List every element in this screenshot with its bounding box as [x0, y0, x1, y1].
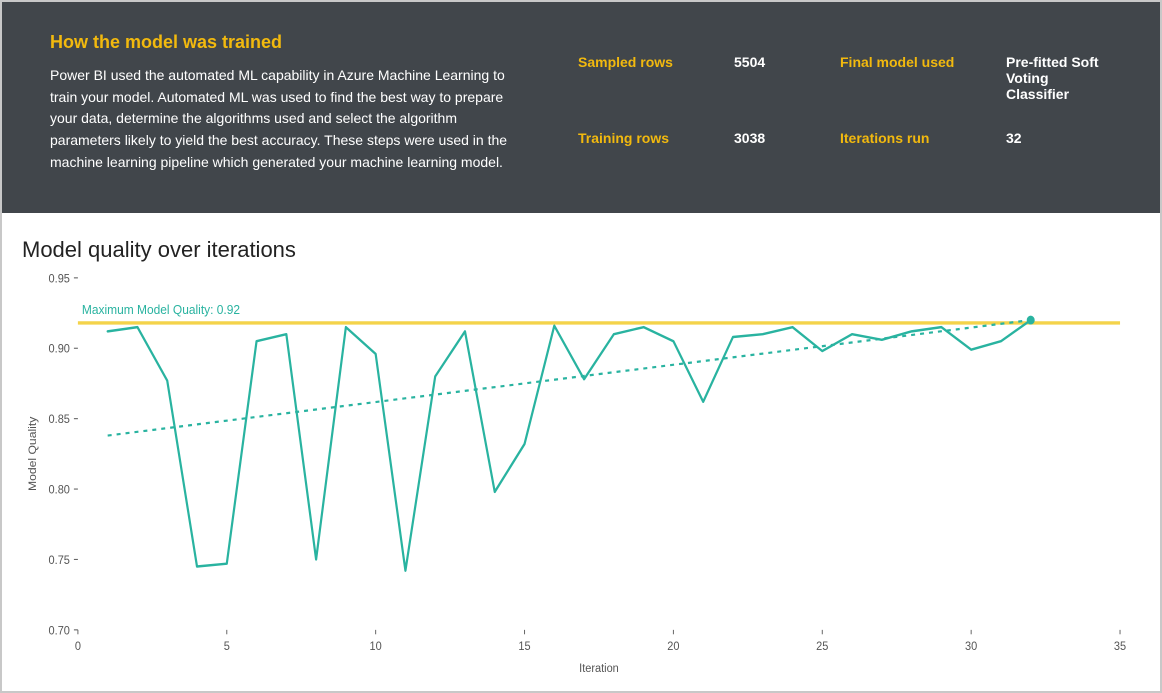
stat-sampled-rows-label: Sampled rows [578, 54, 718, 102]
svg-text:25: 25 [816, 641, 828, 654]
svg-text:5: 5 [224, 641, 230, 654]
model-quality-series [108, 321, 1031, 572]
chart-holder: 0.70 0.75 0.80 0.85 0.90 0.95 0 5 10 15 20 25 30 35 It… [22, 269, 1140, 679]
final-point-marker [1027, 316, 1035, 325]
stat-training-rows-label: Training rows [578, 130, 718, 146]
svg-text:0: 0 [75, 641, 81, 654]
stat-final-model-label: Final model used [840, 54, 990, 102]
svg-text:0.95: 0.95 [49, 273, 70, 286]
chart-title: Model quality over iterations [22, 237, 1140, 263]
svg-text:35: 35 [1114, 641, 1126, 654]
training-header: How the model was trained Power BI used … [2, 2, 1160, 213]
training-intro: How the model was trained Power BI used … [50, 32, 530, 173]
page-root: How the model was trained Power BI used … [0, 0, 1162, 693]
stat-sampled-rows-value: 5504 [734, 54, 824, 102]
chart-svg: 0.70 0.75 0.80 0.85 0.90 0.95 0 5 10 15 20 25 30 35 It… [22, 269, 1140, 679]
svg-text:Model Quality: Model Quality [27, 417, 38, 492]
svg-text:15: 15 [518, 641, 530, 654]
svg-text:30: 30 [965, 641, 977, 654]
chart-section: Model quality over iterations 0.700.750.… [2, 213, 1160, 691]
max-quality-annotation: Maximum Model Quality: 0.92 [82, 303, 240, 318]
svg-text:0.85: 0.85 [49, 414, 70, 427]
stat-final-model-value: Pre-fitted Soft Voting Classifier [1006, 54, 1112, 102]
training-stats: Sampled rows 5504 Final model used Pre-f… [578, 32, 1112, 173]
training-description: Power BI used the automated ML capabilit… [50, 65, 530, 173]
stat-iterations-run-label: Iterations run [840, 130, 990, 146]
svg-text:0.75: 0.75 [49, 555, 70, 568]
svg-text:Iteration: Iteration [579, 663, 619, 676]
svg-text:0.70: 0.70 [49, 625, 70, 638]
stat-training-rows-value: 3038 [734, 130, 824, 146]
svg-text:0.90: 0.90 [49, 344, 70, 357]
svg-text:10: 10 [370, 641, 382, 654]
training-title: How the model was trained [50, 32, 530, 53]
svg-text:0.80: 0.80 [49, 484, 70, 497]
svg-text:20: 20 [667, 641, 679, 654]
stat-iterations-run-value: 32 [1006, 130, 1112, 146]
